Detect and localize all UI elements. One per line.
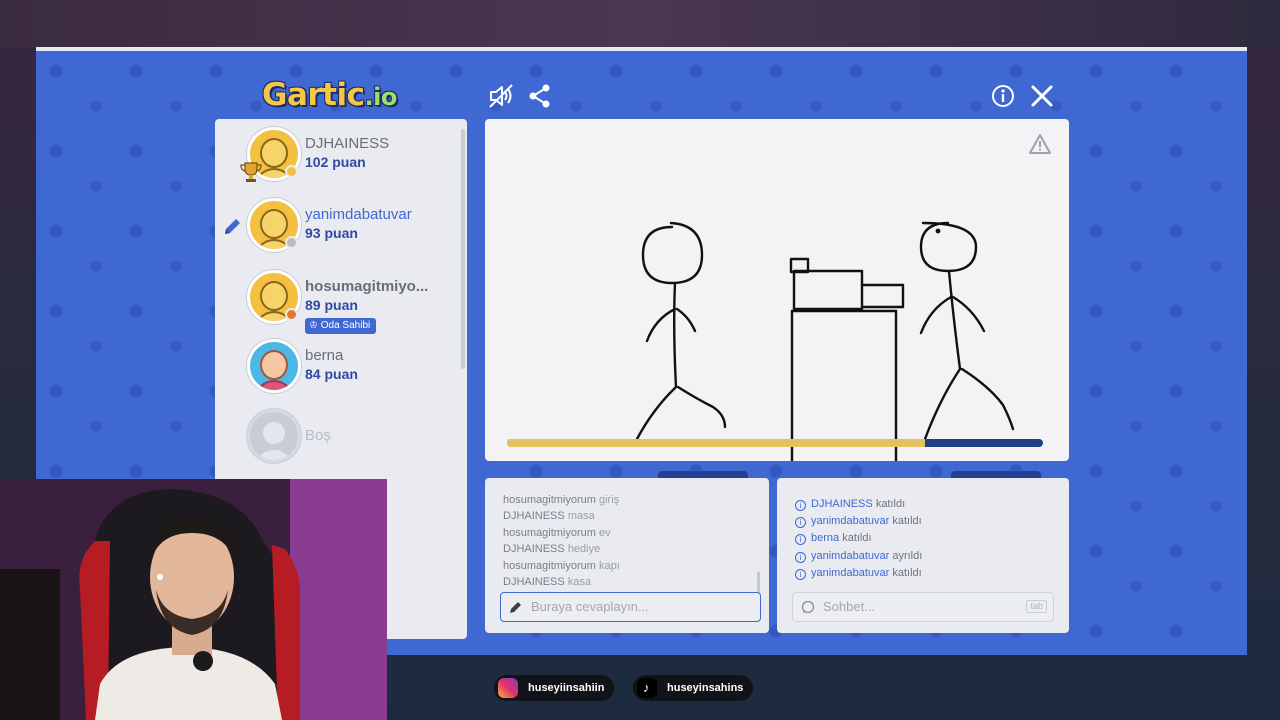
pencil-icon [510, 602, 521, 613]
list-item: hosumagitmiyorum kapı [503, 559, 620, 572]
empty-slot-label: Boş [305, 427, 331, 444]
list-item: hosumagitmiyorum giriş [503, 494, 620, 506]
chat-input[interactable]: Sohbet... tab [792, 592, 1054, 622]
answer-input-placeholder: Buraya cevaplayın... [531, 599, 649, 614]
info-icon: i [795, 551, 806, 563]
gartic-logo: Gartic.io [262, 77, 397, 113]
player-card: DJHAINESS 102 puan [215, 121, 455, 189]
share-icon[interactable] [527, 83, 553, 109]
empty-slot[interactable]: Boş [215, 403, 455, 471]
list-item: i yanimdabatuvar katıldı [795, 513, 1055, 530]
player-name: DJHAINESS [305, 135, 390, 152]
list-item: DJHAINESS masa [503, 510, 595, 523]
instagram-icon [498, 678, 518, 698]
list-item: hosumagitmiyorum ev [503, 526, 611, 539]
list-item: i DJHAINESS katıldı [795, 496, 1055, 513]
info-icon: i [795, 534, 806, 546]
list-item: i berna katıldı [795, 530, 1055, 547]
answers-scrollbar[interactable] [757, 572, 760, 594]
room-owner-badge: ♔ Oda Sahibi [305, 318, 377, 334]
list-item: DJHAINESS kasa [503, 575, 592, 588]
player-name: berna [305, 347, 344, 364]
status-dot [285, 236, 298, 249]
round-timer-fill [507, 439, 926, 447]
warning-triangle-icon[interactable] [1028, 133, 1052, 155]
answers-list: hosumagitmiyorum giriş DJHAINESS masa ho… [503, 492, 753, 590]
player-score: 102 puan [305, 154, 366, 170]
player-score: 89 puan [305, 297, 358, 313]
drawing [635, 221, 1015, 461]
info-icon[interactable] [990, 83, 1016, 109]
list-item: i yanimdabatuvar katıldı [795, 565, 1055, 582]
answer-input[interactable]: Buraya cevaplayın... [500, 592, 761, 622]
info-icon: i [795, 500, 806, 511]
tiktok-handle: ♪ huseyinsahins [633, 675, 754, 701]
player-card: hosumagitmiyo... 89 puan ♔ Oda Sahibi [215, 264, 455, 334]
streamer-video [0, 479, 387, 720]
empty-avatar-icon [247, 409, 301, 463]
trophy-icon [240, 162, 262, 182]
close-icon[interactable] [1029, 83, 1055, 109]
chat-panel: i DJHAINESS katıldı i yanimdabatuvar katıl… [777, 478, 1069, 633]
list-item: DJHAINESS hediye [503, 543, 601, 556]
chat-input-placeholder: Sohbet... [823, 599, 876, 614]
answers-panel: hosumagitmiyorum giriş DJHAINESS masa ho… [485, 478, 769, 633]
chat-bubble-icon [801, 600, 815, 614]
drawing-canvas[interactable] [485, 119, 1069, 461]
webcam-overlay [0, 479, 387, 720]
room-background [0, 0, 1280, 48]
info-icon: i [795, 568, 806, 580]
player-score: 93 puan [305, 225, 358, 241]
avatar [247, 339, 301, 393]
player-list-scrollbar[interactable] [461, 129, 465, 369]
round-timer-bar [507, 439, 1043, 447]
pencil-icon [225, 219, 240, 234]
player-score: 84 puan [305, 366, 358, 382]
player-card: yanimdabatuvar 93 puan [215, 192, 455, 260]
tab-key-hint: tab [1026, 600, 1047, 613]
status-dot [285, 308, 298, 321]
info-icon: i [795, 517, 806, 529]
player-name: yanimdabatuvar [305, 206, 412, 223]
list-item: i yanimdabatuvar ayrıldı [795, 548, 1055, 565]
chat-list: i DJHAINESS katıldı i yanimdabatuvar katıl… [795, 496, 1055, 582]
player-name: hosumagitmiyo... [305, 278, 429, 295]
instagram-handle: huseyiinsahiin [494, 675, 615, 701]
crown-icon: ♔ [309, 320, 321, 331]
player-card: berna 84 puan [215, 333, 455, 401]
speaker-muted-icon[interactable] [488, 83, 514, 109]
status-dot [285, 165, 298, 178]
